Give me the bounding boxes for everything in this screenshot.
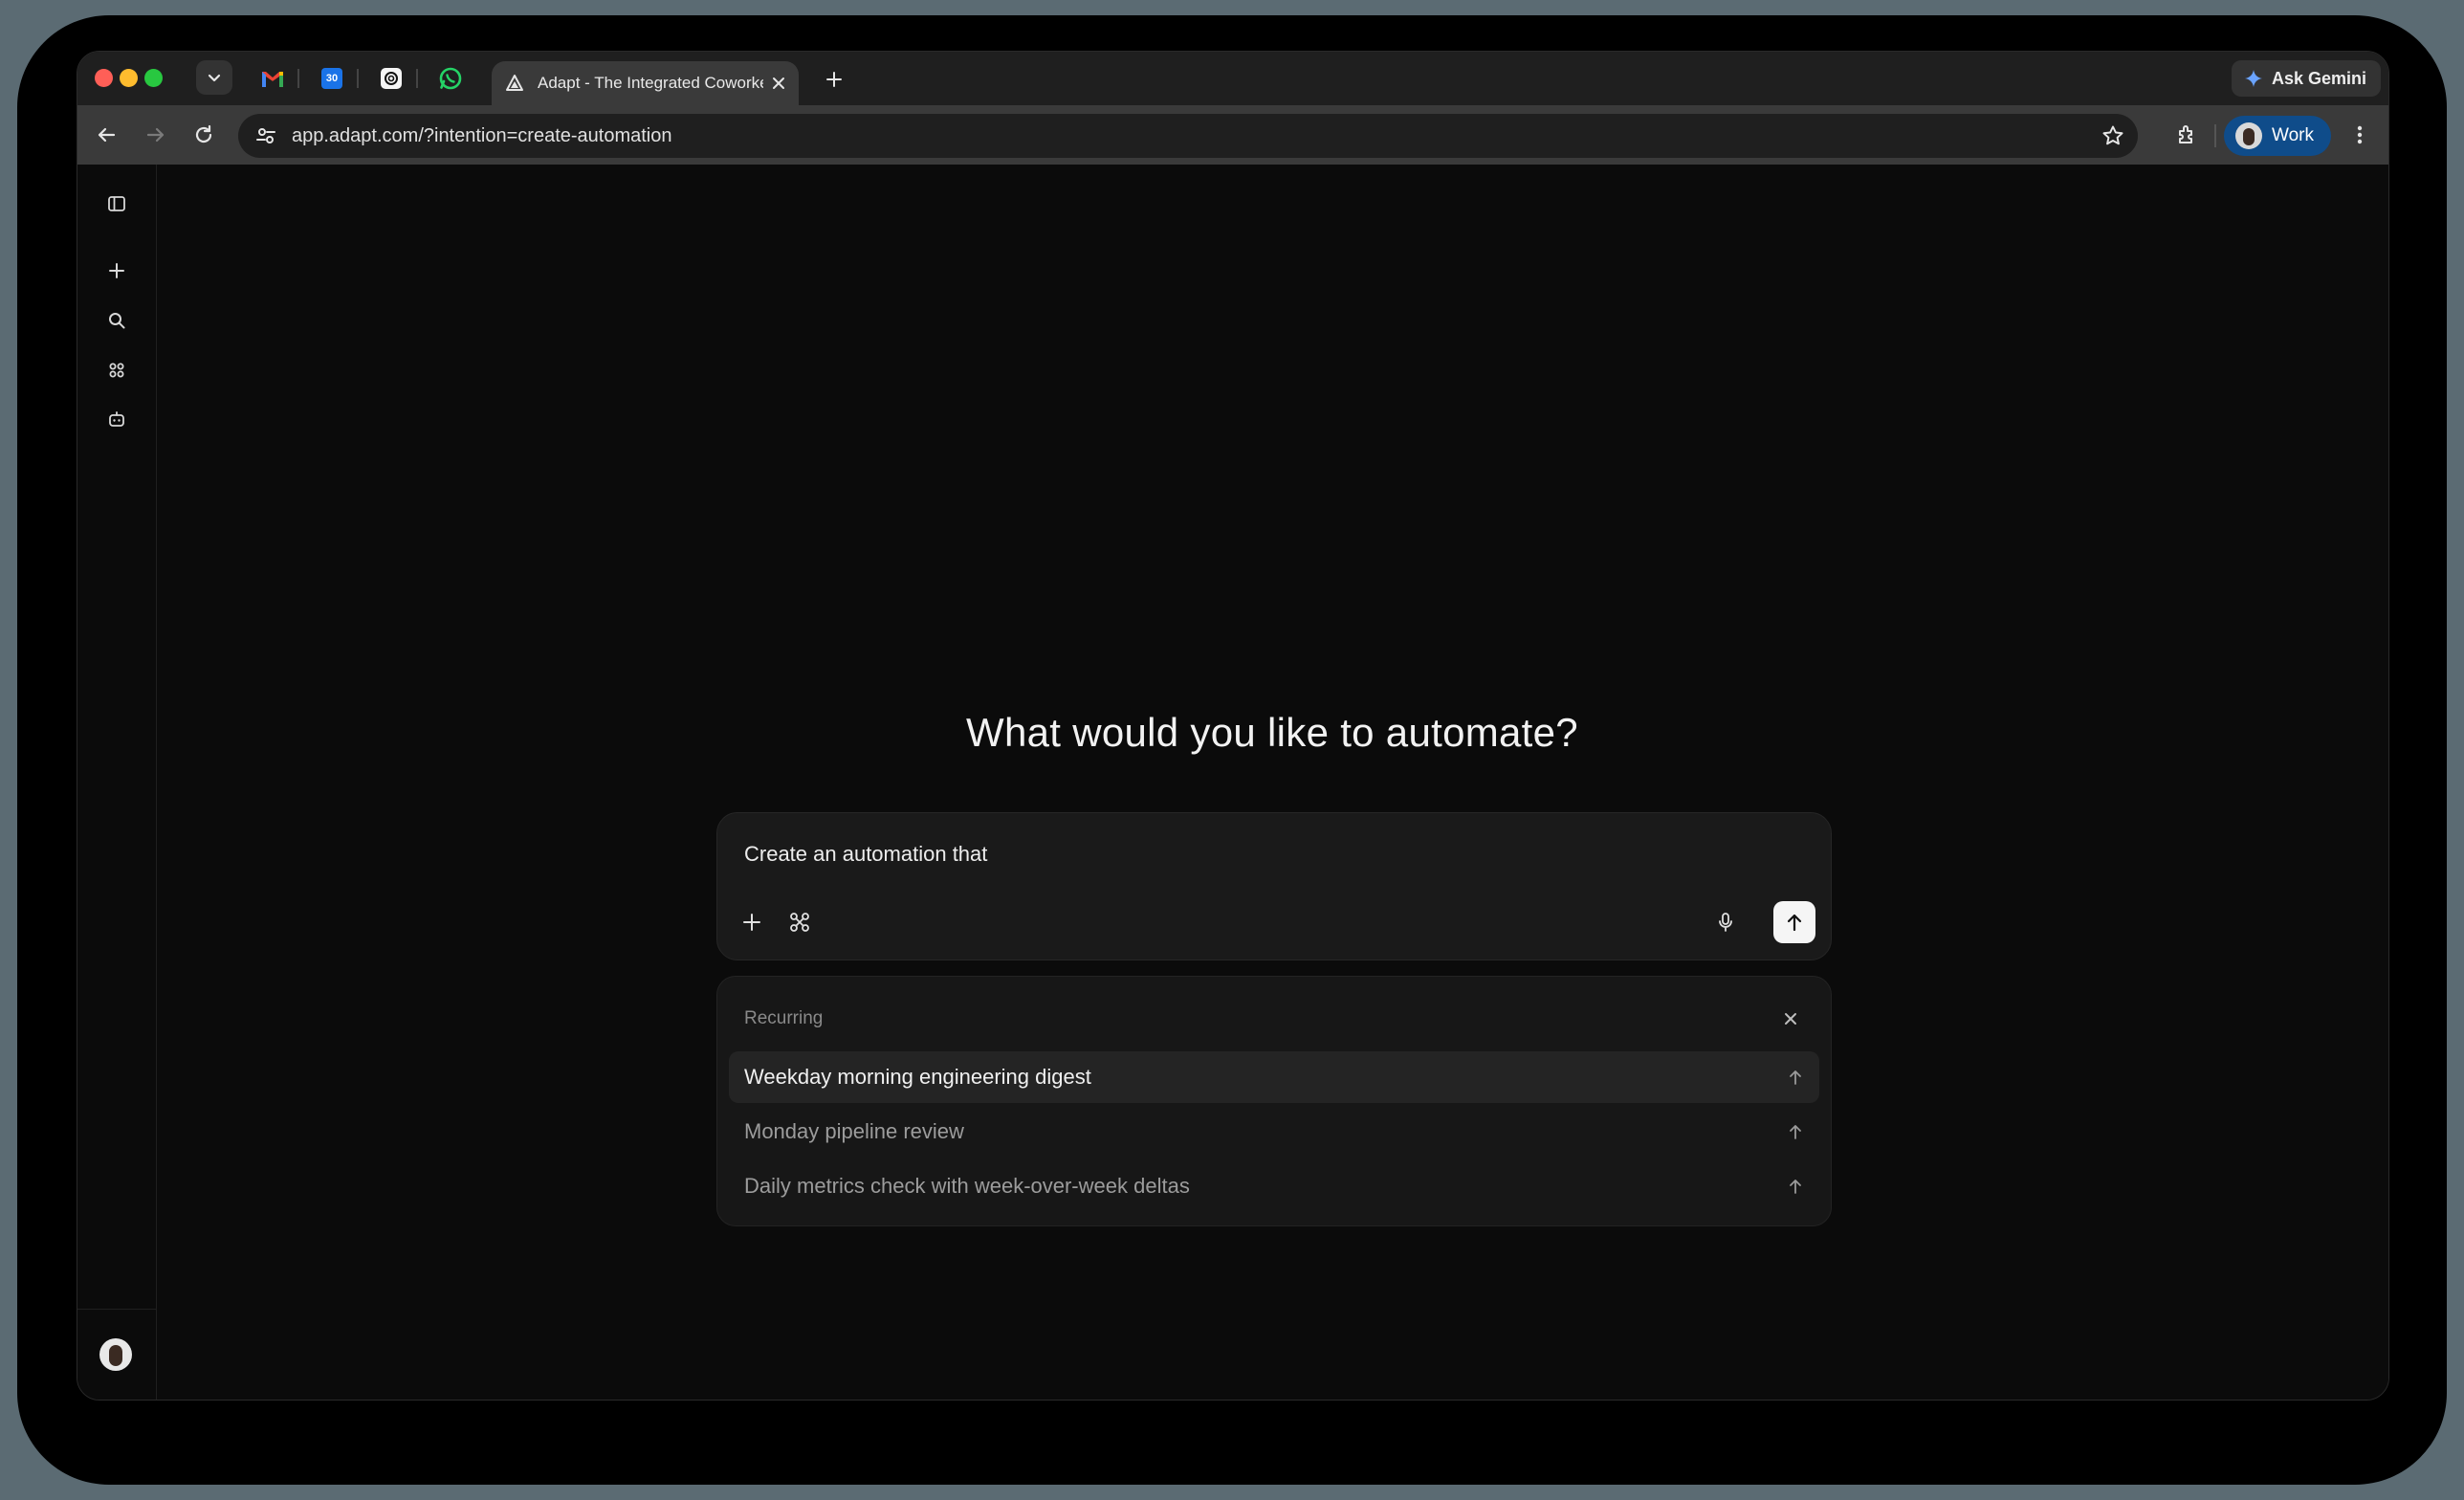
puzzle-icon: [2179, 125, 2192, 143]
integrations-button[interactable]: [784, 907, 815, 938]
bookmark-button[interactable]: [2101, 124, 2124, 147]
search-button[interactable]: [102, 306, 131, 335]
suggestion-item[interactable]: Daily metrics check with week-over-week …: [729, 1160, 1819, 1212]
apps-button[interactable]: [102, 356, 131, 385]
url-text: app.adapt.com/?intention=create-automati…: [292, 124, 672, 146]
microphone-icon: [1719, 913, 1732, 932]
tab-strip: 30 Adapt - The Integrated Coworker Ask G…: [77, 52, 2388, 105]
arrow-up-icon: [1787, 914, 1802, 932]
tab-search-button[interactable]: [196, 60, 232, 95]
apps-icon: [109, 363, 124, 378]
new-automation-button[interactable]: [102, 256, 131, 285]
tab-separator: [416, 69, 418, 88]
suggestion-item[interactable]: Weekday morning engineering digest: [729, 1051, 1819, 1103]
page-content: What would you like to automate? Create …: [77, 165, 2388, 1400]
pinned-tab-whatsapp[interactable]: [433, 61, 468, 96]
arrow-left-icon: [98, 127, 116, 143]
arrow-up-icon: [1790, 1180, 1801, 1194]
attach-button[interactable]: [737, 907, 767, 938]
search-icon: [109, 313, 125, 329]
arrow-right-icon: [146, 127, 165, 143]
close-icon: [1785, 1013, 1796, 1025]
close-window-button[interactable]: [95, 69, 113, 87]
suggestion-label: Daily metrics check with week-over-week …: [744, 1174, 1190, 1198]
new-tab-button[interactable]: [820, 65, 848, 94]
close-suggestions-button[interactable]: [1779, 1007, 1802, 1030]
address-bar[interactable]: app.adapt.com/?intention=create-automati…: [238, 114, 2138, 158]
browser-menu-button[interactable]: [2344, 120, 2375, 150]
pinned-tab-gmail[interactable]: [255, 61, 290, 96]
gmail-icon: [262, 71, 283, 87]
use-suggestion-button[interactable]: [1787, 1123, 1804, 1140]
plus-icon: [743, 914, 760, 931]
forward-button[interactable]: [141, 120, 171, 150]
calendar-day-label: 30: [325, 73, 339, 84]
app-sidebar: [77, 165, 157, 1400]
suggestion-item[interactable]: Monday pipeline review: [729, 1106, 1819, 1158]
tab-close-button[interactable]: [772, 77, 785, 90]
integrations-icon: [790, 913, 809, 932]
suggestion-label: Weekday morning engineering digest: [744, 1065, 1091, 1089]
back-button[interactable]: [91, 120, 121, 150]
suggestions-panel: Recurring Weekday morning engineering di…: [716, 976, 1832, 1226]
whatsapp-icon: [439, 67, 462, 90]
page-title: What would you like to automate?: [966, 710, 1578, 755]
plus-icon: [109, 263, 124, 278]
close-icon: [773, 77, 784, 89]
arrow-up-icon: [1790, 1070, 1801, 1085]
suggestion-label: Monday pipeline review: [744, 1119, 964, 1143]
profile-label: Work: [2272, 125, 2314, 145]
browser-toolbar: app.adapt.com/?intention=create-automati…: [77, 105, 2388, 165]
send-button[interactable]: [1773, 901, 1815, 943]
toggle-sidebar-button[interactable]: [102, 189, 131, 218]
prompt-input[interactable]: Create an automation that: [744, 842, 987, 867]
browser-window: 30 Adapt - The Integrated Coworker Ask G…: [77, 51, 2389, 1401]
voice-input-button[interactable]: [1710, 907, 1741, 938]
pinned-tab-calendar[interactable]: 30: [315, 61, 349, 96]
agents-button[interactable]: [102, 406, 131, 434]
suggestions-title: Recurring: [744, 1008, 824, 1028]
tab-title: Adapt - The Integrated Coworker: [538, 74, 763, 92]
toolbar-separator: [2214, 124, 2216, 147]
active-tab[interactable]: Adapt - The Integrated Coworker: [492, 61, 799, 105]
sidebar-footer: [77, 1309, 156, 1400]
ask-gemini-label: Ask Gemini: [2272, 68, 2367, 88]
kebab-menu-icon: [2357, 125, 2363, 144]
plus-icon: [826, 72, 842, 87]
gemini-sparkle-icon: [2245, 70, 2262, 87]
pinned-tab-chatgpt[interactable]: [374, 61, 408, 96]
star-icon: [2102, 125, 2123, 145]
tab-separator: [297, 69, 299, 88]
reload-icon: [195, 124, 212, 143]
ask-gemini-button[interactable]: Ask Gemini: [2232, 60, 2381, 97]
bot-icon: [109, 411, 124, 427]
tune-icon: [256, 128, 275, 143]
user-avatar[interactable]: [99, 1338, 132, 1371]
profile-button[interactable]: Work: [2224, 116, 2331, 156]
sidebar-toggle-icon: [108, 196, 125, 211]
chatgpt-icon: [381, 68, 402, 89]
chevron-down-icon: [208, 74, 221, 82]
arrow-up-icon: [1790, 1125, 1801, 1139]
adapt-logo-icon: [506, 75, 523, 91]
calendar-icon: 30: [321, 68, 342, 89]
use-suggestion-button[interactable]: [1787, 1069, 1804, 1086]
site-info-button[interactable]: [255, 125, 276, 146]
reload-button[interactable]: [188, 120, 219, 150]
tab-separator: [357, 69, 359, 88]
automation-composer: Create an automation that: [716, 812, 1832, 960]
extensions-button[interactable]: [2172, 120, 2203, 150]
maximize-window-button[interactable]: [144, 69, 163, 87]
profile-avatar: [2235, 122, 2262, 149]
use-suggestion-button[interactable]: [1787, 1178, 1804, 1195]
minimize-window-button[interactable]: [120, 69, 138, 87]
